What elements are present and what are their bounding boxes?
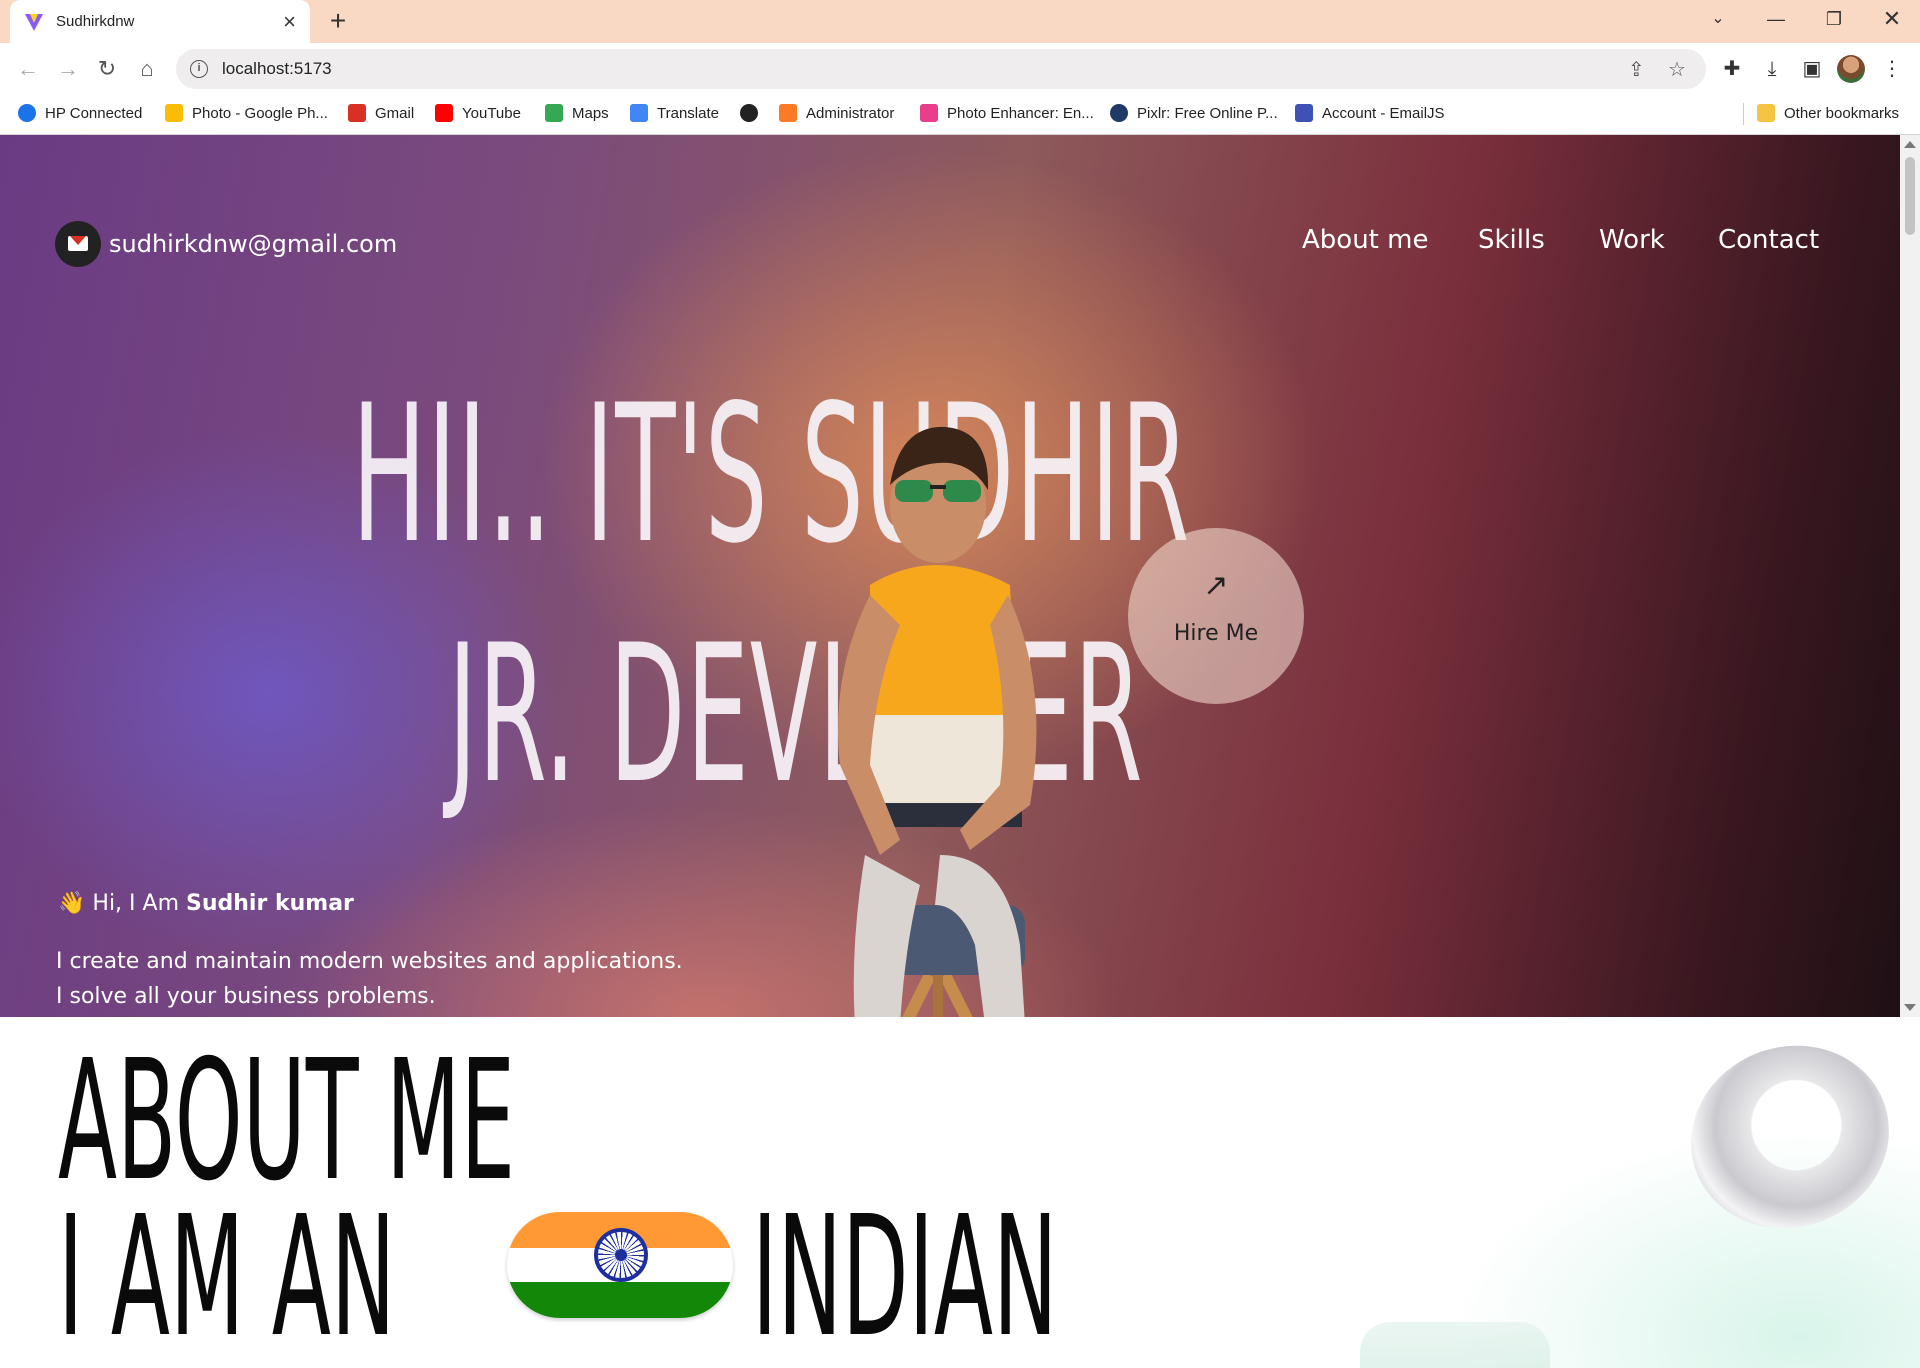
bookmark-label: Gmail: [375, 104, 415, 122]
bookmark-item[interactable]: Administrator: [779, 95, 894, 131]
bookmark-label: Pixlr: Free Online P...: [1137, 104, 1278, 122]
bookmark-label: Translate: [657, 104, 719, 122]
about-line2-suffix: INDIAN: [752, 1181, 1058, 1368]
nav-skills[interactable]: Skills: [1478, 225, 1545, 255]
browser-toolbar: ← → ↻ ⌂ i localhost:5173 ⇪ ☆ ✚ ⤓ ▣ ⋮: [0, 43, 1920, 95]
minimize-icon[interactable]: —: [1748, 0, 1804, 40]
tab-search-icon[interactable]: ⌄: [1690, 0, 1746, 40]
bookmark-item[interactable]: Photo Enhancer: En...: [920, 95, 1094, 131]
other-bookmarks-label: Other bookmarks: [1784, 104, 1900, 122]
address-url[interactable]: localhost:5173: [222, 59, 332, 79]
new-tab-icon[interactable]: +: [322, 6, 354, 38]
torus-3d-decoration: [1665, 1018, 1915, 1256]
scroll-down-icon[interactable]: [1904, 1004, 1916, 1011]
intro-prefix: Hi, I Am: [92, 891, 180, 916]
wave-icon: 👋: [58, 891, 86, 916]
bookmark-label: Photo - Google Ph...: [192, 104, 328, 122]
nav-about-me[interactable]: About me: [1302, 225, 1428, 255]
browser-tab[interactable]: Sudhirkdnw ×: [10, 0, 310, 43]
intro-name: Sudhir kumar: [186, 891, 354, 916]
bookmark-item[interactable]: Translate: [630, 95, 719, 131]
emailjs-icon: [1295, 104, 1313, 122]
other-bookmarks[interactable]: Other bookmarks: [1757, 95, 1899, 131]
arrow-up-right-icon: ↗: [1203, 569, 1229, 602]
forward-icon[interactable]: →: [52, 53, 84, 85]
bookmark-item[interactable]: [740, 95, 767, 131]
extensions-icon[interactable]: ✚: [1716, 53, 1748, 85]
home-icon[interactable]: ⌂: [131, 53, 163, 85]
address-bar[interactable]: i localhost:5173 ⇪ ☆: [176, 49, 1706, 89]
tagline-1: I create and maintain modern websites an…: [56, 949, 683, 974]
photo-enhancer-icon: [920, 104, 938, 122]
site-info-icon[interactable]: i: [190, 60, 208, 78]
hire-me-button[interactable]: ↗ Hire Me: [1128, 528, 1304, 704]
globe-icon: [740, 104, 758, 122]
bookmark-label: HP Connected: [45, 104, 143, 122]
bookmark-item[interactable]: HP Connected: [18, 95, 142, 131]
profile-photo: [838, 426, 1037, 1017]
translate-icon: [630, 104, 648, 122]
bookmark-item[interactable]: Gmail: [348, 95, 414, 131]
page-scrollbar[interactable]: [1900, 135, 1920, 1017]
bookmark-item[interactable]: Account - EmailJS: [1295, 95, 1445, 131]
vite-favicon-icon: [25, 13, 43, 31]
mail-icon: [55, 221, 101, 267]
close-window-icon[interactable]: ✕: [1864, 0, 1920, 40]
ashoka-chakra-icon: [594, 1228, 648, 1282]
bookmark-item[interactable]: YouTube: [435, 95, 521, 131]
xampp-icon: [779, 104, 797, 122]
side-panel-icon[interactable]: ▣: [1796, 53, 1828, 85]
hp-icon: [18, 104, 36, 122]
folder-icon: [1757, 104, 1775, 122]
cube-3d-decoration: [1360, 1322, 1550, 1368]
bookmark-item[interactable]: Photo - Google Ph...: [165, 95, 328, 131]
about-section: ABOUT ME I AM AN INDIAN: [0, 1017, 1920, 1368]
india-flag-icon: [507, 1212, 733, 1318]
bookmark-label: Maps: [572, 104, 609, 122]
intro-line: 👋 Hi, I Am Sudhir kumar: [58, 891, 354, 916]
bookmark-label: YouTube: [462, 104, 521, 122]
nav-contact[interactable]: Contact: [1718, 225, 1819, 255]
share-icon[interactable]: ⇪: [1628, 57, 1645, 82]
menu-kebab-icon[interactable]: ⋮: [1876, 53, 1908, 85]
restore-icon[interactable]: ❐: [1806, 0, 1862, 40]
scroll-thumb[interactable]: [1905, 157, 1915, 235]
hire-me-label: Hire Me: [1173, 621, 1259, 646]
hero-section: sudhirkdnw@gmail.com About me Skills Wor…: [0, 135, 1900, 1017]
gmail-icon: [348, 104, 366, 122]
email-link[interactable]: sudhirkdnw@gmail.com: [55, 221, 397, 267]
bookmark-separator: [1743, 103, 1744, 125]
download-icon[interactable]: ⤓: [1756, 53, 1788, 85]
nav-work[interactable]: Work: [1599, 225, 1665, 255]
tagline-2: I solve all your business problems.: [56, 984, 436, 1009]
back-icon[interactable]: ←: [12, 53, 44, 85]
tab-title: Sudhirkdnw: [56, 13, 135, 30]
reload-icon[interactable]: ↻: [91, 53, 123, 85]
bookmark-item[interactable]: Maps: [545, 95, 609, 131]
youtube-icon: [435, 104, 453, 122]
tab-strip: Sudhirkdnw × + ⌄ — ❐ ✕: [0, 0, 1920, 43]
bookmark-item[interactable]: Pixlr: Free Online P...: [1110, 95, 1278, 131]
page-viewport: sudhirkdnw@gmail.com About me Skills Wor…: [0, 135, 1920, 1368]
google-photos-icon: [165, 104, 183, 122]
profile-avatar[interactable]: [1837, 55, 1865, 83]
maps-icon: [545, 104, 563, 122]
pixlr-icon: [1110, 104, 1128, 122]
bookmark-label: Photo Enhancer: En...: [947, 104, 1094, 122]
bookmarks-bar: Other bookmarks HP Connected Photo - Goog…: [0, 95, 1920, 135]
tab-close-icon[interactable]: ×: [283, 10, 296, 33]
email-text: sudhirkdnw@gmail.com: [109, 230, 398, 258]
bookmark-label: Administrator: [806, 104, 895, 122]
bookmark-star-icon[interactable]: ☆: [1668, 57, 1686, 82]
about-line2-prefix: I AM AN: [58, 1181, 396, 1368]
bookmark-label: Account - EmailJS: [1322, 104, 1445, 122]
scroll-up-icon[interactable]: [1904, 141, 1916, 148]
